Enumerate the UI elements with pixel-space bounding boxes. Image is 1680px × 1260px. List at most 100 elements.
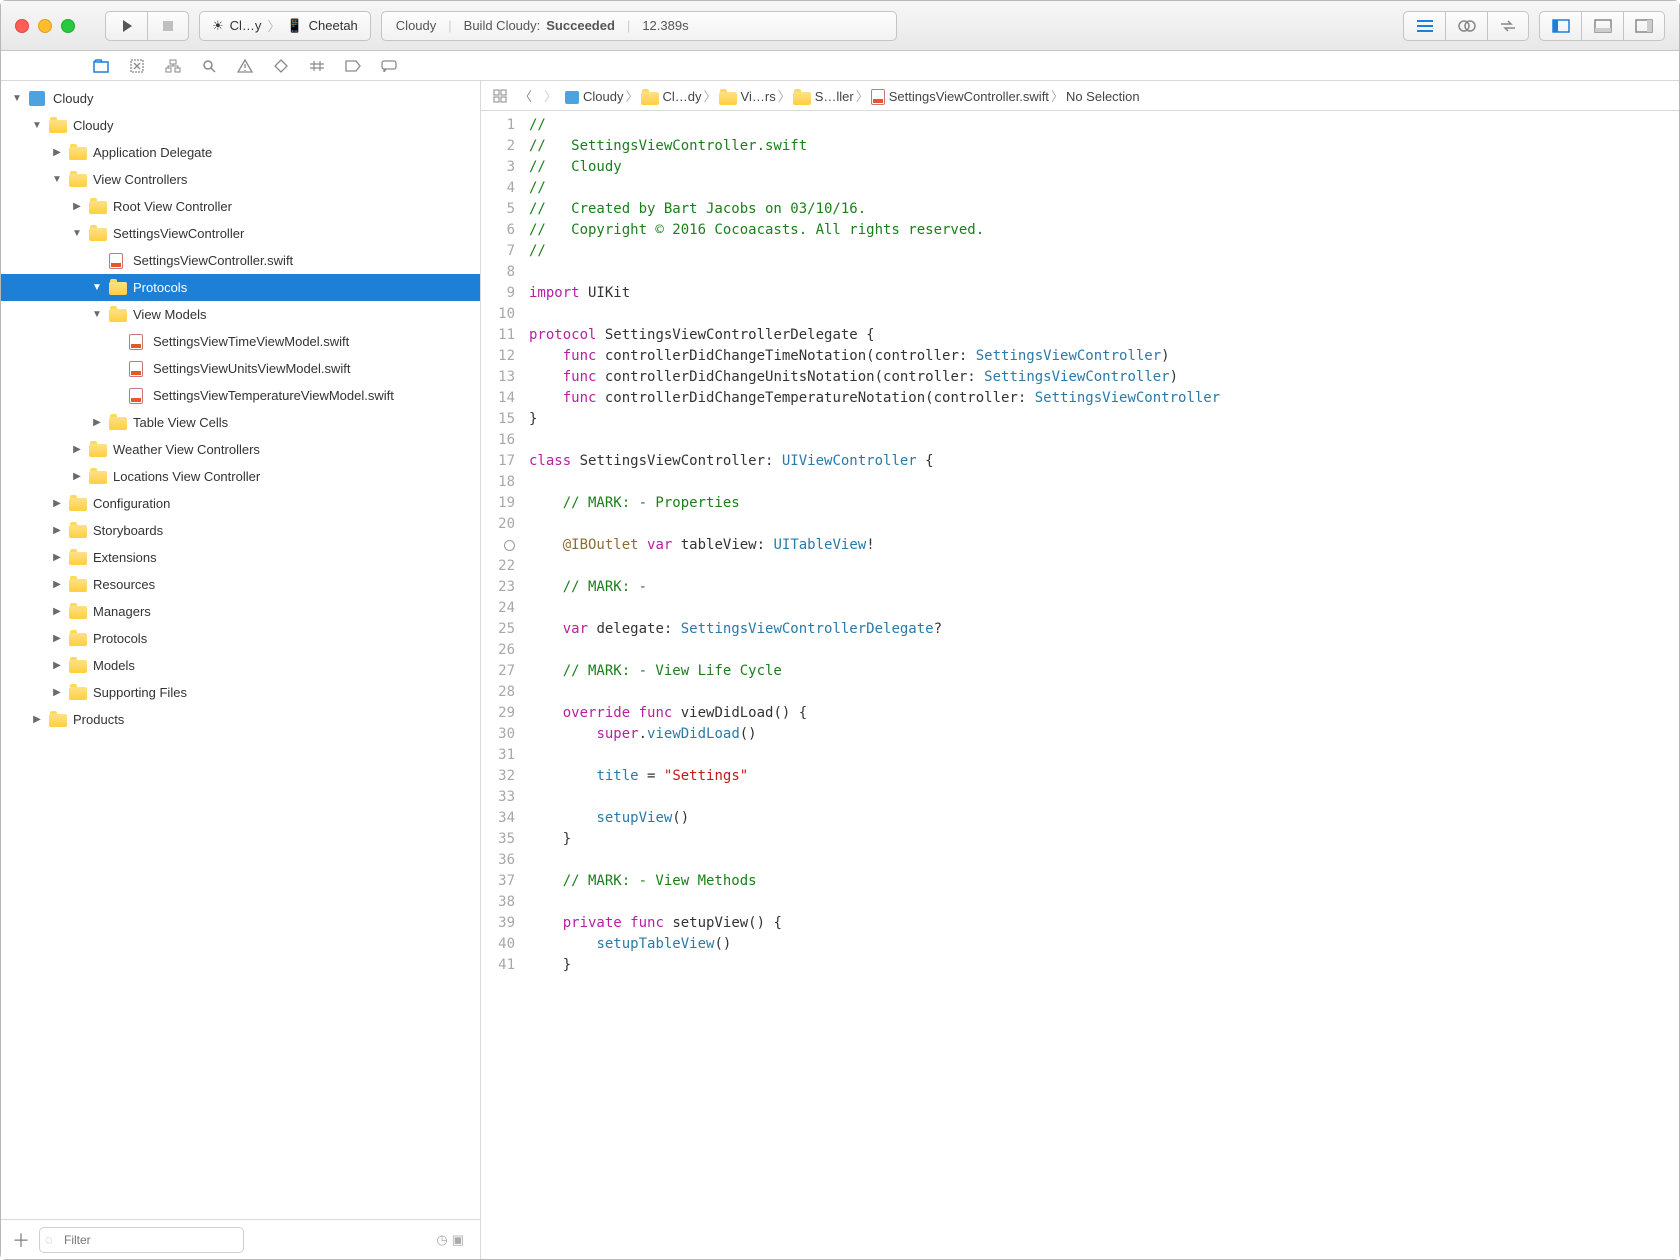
tree-row[interactable]: ▶Resources [1,571,480,598]
tree-row[interactable]: ▶ Extensions [1,544,480,571]
tree-row[interactable]: ▶Supporting Files [1,679,480,706]
jumpbar-item[interactable]: Cl…dy [663,89,702,104]
activity-status[interactable]: Cloudy | Build Cloudy: Succeeded | 12.38… [381,11,897,41]
debug-navigator-tab[interactable] [308,57,326,75]
breakpoint-navigator-tab[interactable] [344,57,362,75]
version-editor-button[interactable] [1487,11,1529,41]
folder-icon [793,89,815,104]
source-code[interactable]: //// SettingsViewController.swift// Clou… [523,111,1679,1259]
disclosure-triangle[interactable]: ▼ [31,120,43,131]
jumpbar-item[interactable]: No Selection [1066,89,1140,104]
assistant-editor-button[interactable] [1445,11,1487,41]
tree-item-label: Cloudy [73,118,113,133]
symbol-navigator-tab[interactable] [164,57,182,75]
tree-row[interactable]: ▼View Models [1,301,480,328]
tree-item-label: SettingsViewUnitsViewModel.swift [153,361,351,376]
scm-filter-icon[interactable]: ▣ [452,1232,464,1248]
tree-row[interactable]: ▶Managers [1,598,480,625]
line-gutter[interactable]: 1234567891011121314151617181920222324252… [481,111,523,1259]
disclosure-triangle[interactable]: ▶ [51,606,63,617]
tree-row[interactable]: ▶Table View Cells [1,409,480,436]
folder-icon [89,226,107,242]
disclosure-triangle[interactable]: ▼ [11,93,23,104]
tree-item-label: Extensions [93,550,157,565]
filter-input[interactable] [39,1227,244,1253]
close-window-button[interactable] [15,19,29,33]
disclosure-triangle[interactable]: ▶ [51,147,63,158]
search-icon [202,59,216,73]
jumpbar-item[interactable]: Vi…rs [741,89,776,104]
tree-row[interactable]: ▶ Application Delegate [1,139,480,166]
tree-row[interactable]: ▼Cloudy [1,85,480,112]
tree-row[interactable]: ▶Configuration [1,490,480,517]
disclosure-triangle[interactable]: ▼ [71,228,83,239]
tree-row[interactable]: ▼SettingsViewController [1,220,480,247]
run-button[interactable] [105,11,147,41]
project-icon [29,91,47,107]
tree-row[interactable]: SettingsViewTimeViewModel.swift [1,328,480,355]
jumpbar-item[interactable]: Cloudy [583,89,623,104]
tree-row[interactable]: SettingsViewUnitsViewModel.swift [1,355,480,382]
tree-row[interactable]: ▶Locations View Controller [1,463,480,490]
disclosure-triangle[interactable]: ▶ [51,687,63,698]
jump-bar[interactable]: 〈 〉 Cloudy〉Cl…dy〉Vi…rs〉S…ller〉SettingsVi… [481,81,1679,111]
report-navigator-tab[interactable] [380,57,398,75]
disclosure-triangle[interactable]: ▶ [71,444,83,455]
jumpbar-item[interactable]: S…ller [815,89,854,104]
disclosure-triangle[interactable]: ▼ [91,309,103,320]
scheme-selector[interactable]: ☀︎ Cl…y 〉 📱 Cheetah [199,11,371,41]
test-navigator-tab[interactable] [272,57,290,75]
disclosure-triangle[interactable]: ▶ [71,201,83,212]
disclosure-triangle[interactable]: ▶ [51,525,63,536]
tree-row[interactable]: ▶Products [1,706,480,733]
find-navigator-tab[interactable] [200,57,218,75]
toggle-debug-button[interactable] [1581,11,1623,41]
file-tree[interactable]: ▼Cloudy▼Cloudy▶Application Delegate▼View… [1,81,480,1219]
arrows-icon [1499,19,1517,33]
disclosure-triangle[interactable]: ▶ [51,633,63,644]
toggle-utilities-button[interactable] [1623,11,1665,41]
disclosure-triangle[interactable]: ▶ [71,471,83,482]
navigator-toolbar [1,51,1679,81]
disclosure-triangle[interactable]: ▶ [51,660,63,671]
standard-editor-button[interactable] [1403,11,1445,41]
forward-button[interactable]: 〉 [540,86,561,105]
toggle-navigator-button[interactable] [1539,11,1581,41]
status-time: 12.389s [642,18,688,33]
disclosure-triangle[interactable]: ▼ [51,174,63,185]
tree-item-label: Application Delegate [93,145,212,160]
disclosure-triangle[interactable]: ▼ [91,282,103,293]
disclosure-triangle[interactable]: ▶ [31,714,43,725]
related-items-icon[interactable] [489,89,511,103]
tree-row[interactable]: ▶Models [1,652,480,679]
recent-filter-icon[interactable]: ◷ [436,1232,447,1248]
tree-row[interactable]: ▶Storyboards [1,517,480,544]
stop-button[interactable] [147,11,189,41]
disclosure-triangle[interactable]: ▶ [51,552,63,563]
back-button[interactable]: 〈 [515,86,536,105]
tree-row[interactable]: ▼Protocols [1,274,480,301]
add-button[interactable]: ＋ [11,1227,31,1253]
tree-row[interactable]: ▶Root View Controller [1,193,480,220]
folder-icon [69,658,87,674]
disclosure-triangle[interactable]: ▶ [91,417,103,428]
status-result: Succeeded [546,18,615,33]
tree-row[interactable]: ▼ Cloudy [1,112,480,139]
tree-row[interactable]: SettingsViewTemperatureViewModel.swift [1,382,480,409]
diamond-icon [274,59,288,73]
tree-row[interactable]: ▶Protocols [1,625,480,652]
project-navigator-tab[interactable] [92,57,110,75]
disclosure-triangle[interactable]: ▶ [51,498,63,509]
folder-icon [69,604,87,620]
source-control-navigator-tab[interactable] [128,57,146,75]
scheme-app-label: Cl…y [230,18,262,33]
disclosure-triangle[interactable]: ▶ [51,579,63,590]
zoom-window-button[interactable] [61,19,75,33]
issue-navigator-tab[interactable] [236,57,254,75]
tree-row[interactable]: ▶Weather View Controllers [1,436,480,463]
minimize-window-button[interactable] [38,19,52,33]
tree-row[interactable]: ▼View Controllers [1,166,480,193]
navigator-filter-bar: ＋ ◌ ◷ ▣ [1,1219,480,1259]
jumpbar-item[interactable]: SettingsViewController.swift [889,89,1049,104]
tree-row[interactable]: SettingsViewController.swift [1,247,480,274]
